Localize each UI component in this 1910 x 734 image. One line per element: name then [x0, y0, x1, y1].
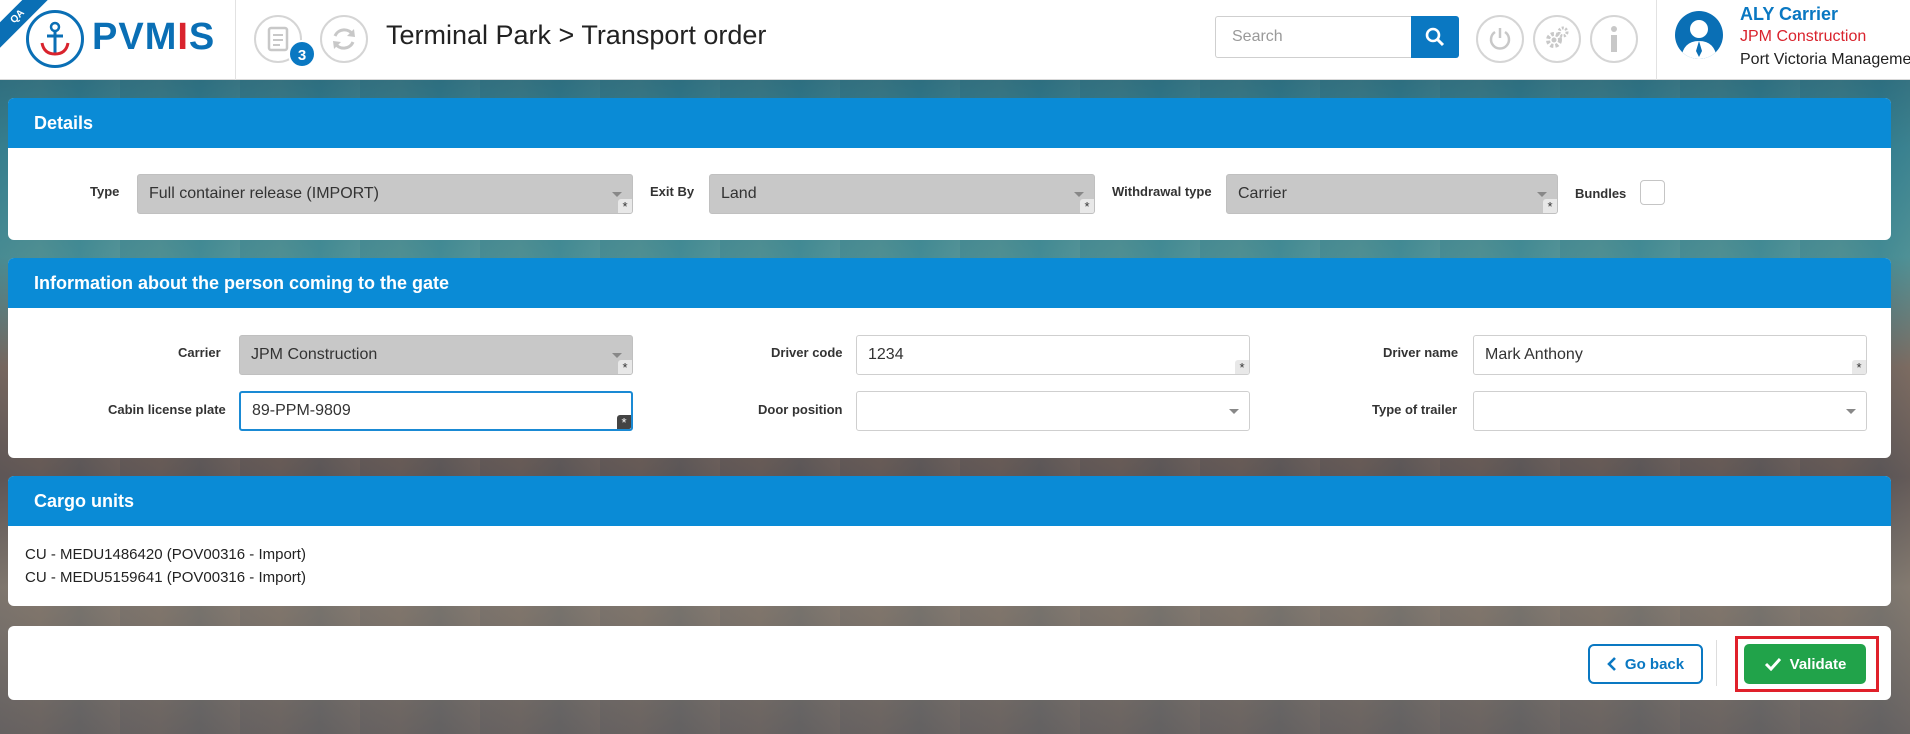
bundles-checkbox[interactable] — [1640, 180, 1665, 205]
details-panel: Details Type Full container release (IMP… — [8, 98, 1891, 240]
required-marker: * — [1235, 360, 1249, 375]
cargo-units-panel-title: Cargo units — [8, 476, 1891, 526]
chevron-down-icon — [1537, 192, 1547, 197]
search-input[interactable] — [1215, 16, 1411, 58]
checkmark-icon — [1764, 657, 1781, 671]
driver-name-value: Mark Anthony — [1485, 346, 1583, 363]
list-item: CU - MEDU5159641 (POV00316 - Import) — [25, 569, 306, 586]
withdrawal-type-select[interactable]: Carrier * — [1226, 174, 1558, 214]
driver-code-label: Driver code — [771, 345, 843, 360]
chevron-down-icon — [1846, 409, 1856, 414]
user-organization: Port Victoria Management — [1740, 51, 1910, 68]
header-divider — [1656, 0, 1657, 80]
go-back-label: Go back — [1624, 655, 1685, 673]
withdrawal-type-label: Withdrawal type — [1112, 184, 1212, 199]
driver-code-value: 1234 — [868, 346, 904, 363]
power-icon[interactable] — [1476, 15, 1524, 63]
required-marker: * — [1080, 199, 1094, 214]
anchor-logo-icon — [26, 10, 84, 68]
chevron-down-icon — [612, 192, 622, 197]
carrier-select[interactable]: JPM Construction * — [239, 335, 633, 375]
type-selected-value: Full container release (IMPORT) — [149, 185, 379, 202]
gate-person-panel-title: Information about the person coming to t… — [8, 258, 1891, 308]
bundles-label: Bundles — [1575, 186, 1627, 201]
page-title-breadcrumb: Terminal Park > Transport order — [386, 20, 767, 50]
action-divider — [1716, 640, 1717, 686]
driver-name-input[interactable]: Mark Anthony * — [1473, 335, 1867, 375]
exit-by-label: Exit By — [650, 184, 695, 199]
logo-area[interactable]: QA PVMIS — [0, 0, 236, 80]
info-icon[interactable] — [1590, 15, 1638, 63]
carrier-label: Carrier — [178, 345, 221, 360]
top-bar: QA PVMIS 3 Terminal Park > Transport ord… — [0, 0, 1910, 80]
driver-name-label: Driver name — [1383, 345, 1459, 360]
type-select[interactable]: Full container release (IMPORT) * — [137, 174, 633, 214]
user-name[interactable]: ALY Carrier — [1740, 4, 1838, 25]
required-marker: * — [1543, 199, 1557, 214]
required-marker: * — [617, 415, 631, 430]
go-back-button[interactable]: Go back — [1588, 644, 1703, 684]
type-of-trailer-select[interactable] — [1473, 391, 1867, 431]
driver-code-input[interactable]: 1234 * — [856, 335, 1250, 375]
door-position-label: Door position — [758, 402, 843, 417]
exit-by-selected-value: Land — [721, 185, 757, 202]
chevron-left-icon — [1607, 657, 1616, 671]
search-icon — [1425, 27, 1445, 47]
type-of-trailer-label: Type of trailer — [1372, 402, 1458, 417]
settings-gears-icon[interactable] — [1533, 15, 1581, 63]
required-marker: * — [1852, 360, 1866, 375]
chevron-down-icon — [1229, 409, 1239, 414]
logo-wordmark: PVMIS — [92, 16, 216, 58]
actions-panel: Go back Validate — [8, 626, 1891, 700]
validate-button[interactable]: Validate — [1744, 644, 1866, 684]
door-position-select[interactable] — [856, 391, 1250, 431]
required-marker: * — [618, 199, 632, 214]
list-item: CU - MEDU1486420 (POV00316 - Import) — [25, 546, 306, 563]
cabin-license-plate-input[interactable]: 89-PPM-9809 * — [239, 391, 633, 431]
user-company: JPM Construction — [1740, 28, 1867, 45]
withdrawal-type-selected-value: Carrier — [1238, 185, 1287, 202]
cabin-license-plate-label: Cabin license plate — [108, 402, 226, 417]
refresh-icon[interactable] — [320, 15, 368, 63]
required-marker: * — [618, 360, 632, 375]
exit-by-select[interactable]: Land * — [709, 174, 1095, 214]
search-button[interactable] — [1411, 16, 1459, 58]
carrier-selected-value: JPM Construction — [251, 346, 378, 363]
cargo-units-panel: Cargo units CU - MEDU1486420 (POV00316 -… — [8, 476, 1891, 606]
details-panel-title: Details — [8, 98, 1891, 148]
type-label: Type — [90, 184, 120, 199]
gate-person-panel: Information about the person coming to t… — [8, 258, 1891, 458]
chevron-down-icon — [1074, 192, 1084, 197]
validate-label: Validate — [1789, 655, 1847, 673]
cabin-license-plate-value: 89-PPM-9809 — [252, 402, 351, 419]
notification-badge[interactable]: 3 — [288, 40, 316, 68]
user-avatar[interactable] — [1675, 11, 1723, 59]
chevron-down-icon — [612, 353, 622, 358]
